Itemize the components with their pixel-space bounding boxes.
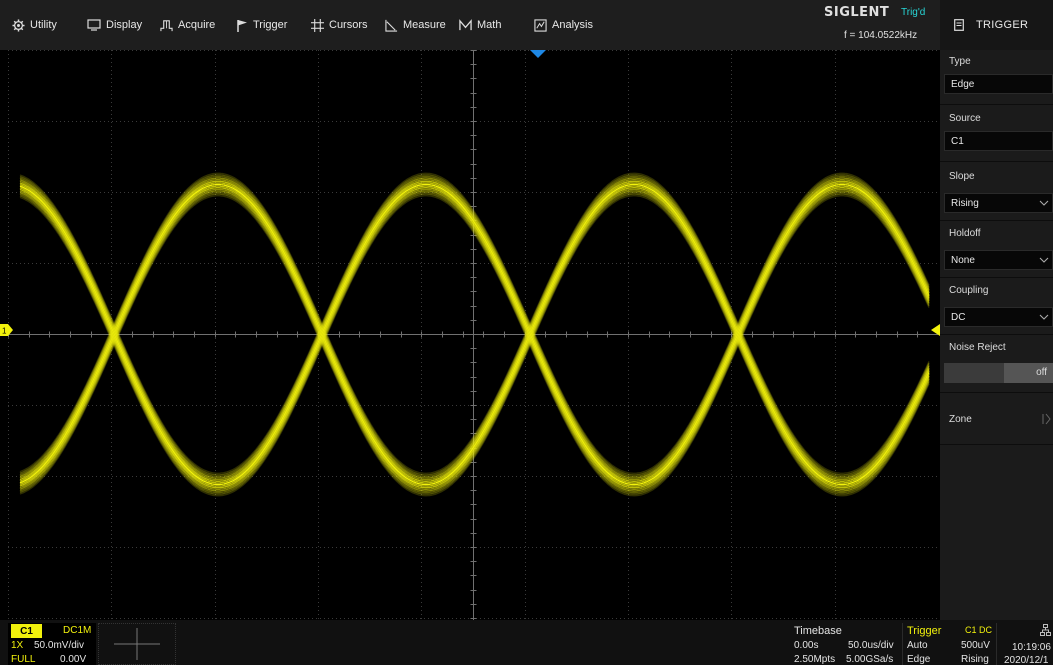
divider [940, 277, 1053, 278]
type-value: Edge [951, 78, 975, 90]
menu-trigger-label: Trigger [253, 19, 288, 31]
trigger-level: 500uV [961, 640, 990, 651]
trigger-status: Trig'd [901, 7, 926, 18]
brand-logo: SIGLENT [824, 5, 890, 20]
trigger-position-marker[interactable] [530, 50, 546, 58]
type-select[interactable]: Edge [944, 74, 1053, 94]
trigger-level-marker[interactable] [931, 324, 940, 336]
noise-reject-toggle[interactable]: off [944, 363, 1053, 383]
clock-time: 10:19:06 [1012, 642, 1051, 653]
acquire-icon [160, 19, 173, 31]
monitor-icon [87, 19, 101, 31]
coupling-value: DC [951, 311, 966, 323]
waveform-display[interactable] [8, 50, 938, 620]
channel1-offset-marker[interactable]: 1 [0, 324, 14, 336]
zone-menu-item[interactable]: Zone [940, 400, 1053, 444]
chevron-down-icon [1039, 200, 1049, 206]
network-icon [1040, 624, 1051, 636]
panel-title: TRIGGER [976, 19, 1029, 31]
status-area: SIGLENT Trig'd f = 104.0522kHz [812, 0, 940, 50]
menu-analysis-label: Analysis [552, 19, 593, 31]
svg-text:1: 1 [2, 327, 7, 336]
menu-acquire-label: Acquire [178, 19, 216, 31]
measure-icon [385, 19, 398, 32]
noise-reject-value: off [1036, 367, 1047, 378]
channel1-probe: 1X [11, 640, 24, 651]
holdoff-label: Holdoff [949, 228, 981, 239]
add-channel-slot[interactable] [98, 623, 176, 665]
noise-reject-label: Noise Reject [949, 342, 1006, 353]
divider [940, 161, 1053, 162]
memory-depth: 2.50Mpts [794, 654, 836, 665]
menu-math-label: Math [477, 19, 502, 31]
menu-trigger[interactable]: Trigger [236, 0, 287, 50]
menu-display-label: Display [106, 19, 143, 31]
clock-info: 10:19:06 2020/12/1 [997, 623, 1053, 665]
gear-icon [12, 18, 25, 32]
coupling-select[interactable]: DC [944, 307, 1053, 327]
divider [940, 392, 1053, 393]
timebase-info[interactable]: Timebase 0.00s 50.0us/div 2.50Mpts 5.00G… [790, 623, 902, 665]
channel1-info[interactable]: C1 DC1M 1X 50.0mV/div FULL 0.00V [8, 623, 96, 665]
zone-label: Zone [949, 414, 972, 425]
trigger-info-title: Trigger [907, 625, 942, 637]
trigger-type: Edge [907, 654, 931, 665]
analysis-icon [534, 18, 547, 32]
divider [940, 334, 1053, 335]
type-label: Type [949, 56, 971, 67]
sample-rate: 5.00GSa/s [846, 654, 894, 665]
divider [940, 220, 1053, 221]
chevron-down-icon [1039, 314, 1049, 320]
holdoff-value: None [951, 254, 975, 266]
channel1-tag: C1 [11, 624, 42, 638]
slope-label: Slope [949, 171, 975, 182]
menu-cursors-label: Cursors [329, 19, 368, 31]
slope-select[interactable]: Rising [944, 193, 1053, 213]
plus-icon [114, 628, 160, 660]
source-value: C1 [951, 135, 964, 147]
trigger-mode: Auto [907, 640, 928, 651]
panel-header: TRIGGER [940, 0, 1053, 50]
menu-display[interactable]: Display [87, 0, 142, 50]
document-icon [954, 19, 964, 31]
trigger-info[interactable]: Trigger C1 DC Auto 500uV Edge Rising [903, 623, 995, 665]
slope-value: Rising [951, 197, 979, 209]
source-label: Source [949, 113, 981, 124]
chevron-right-icon [1042, 413, 1051, 425]
clock-date: 2020/12/1 [1004, 655, 1049, 665]
source-select[interactable]: C1 [944, 131, 1053, 151]
divider [940, 444, 1053, 445]
channel1-scale: 50.0mV/div [34, 640, 85, 651]
menu-utility[interactable]: Utility [12, 0, 57, 50]
trigger-source-coupling: C1 DC [965, 625, 993, 635]
menu-bar: Utility Display Acquire Trigger Cursors … [0, 0, 940, 50]
timebase-title: Timebase [794, 625, 842, 637]
menu-analysis[interactable]: Analysis [534, 0, 593, 50]
frequency-counter: f = 104.0522kHz [844, 30, 918, 41]
menu-cursors[interactable]: Cursors [311, 0, 368, 50]
cursors-icon [311, 18, 324, 32]
flag-icon [237, 19, 247, 32]
graticule [8, 50, 938, 620]
timebase-scale: 50.0us/div [848, 640, 894, 651]
channel1-bandwidth: FULL [11, 654, 36, 665]
menu-math[interactable]: Math [459, 0, 501, 50]
divider [940, 104, 1053, 105]
trigger-slope: Rising [961, 654, 989, 665]
channel1-coupling: DC1M [63, 625, 92, 636]
math-icon [459, 18, 472, 30]
chevron-down-icon [1039, 257, 1049, 263]
menu-utility-label: Utility [30, 19, 57, 31]
channel1-offset: 0.00V [60, 654, 87, 665]
coupling-label: Coupling [949, 285, 989, 296]
menu-measure-label: Measure [403, 19, 446, 31]
holdoff-select[interactable]: None [944, 250, 1053, 270]
menu-measure[interactable]: Measure [385, 0, 446, 50]
trigger-panel: TRIGGER Type Edge Source C1 Slope Rising… [940, 0, 1053, 620]
timebase-delay: 0.00s [794, 640, 819, 651]
status-bar: C1 DC1M 1X 50.0mV/div FULL 0.00V Timebas… [0, 620, 1053, 665]
menu-acquire[interactable]: Acquire [160, 0, 215, 50]
